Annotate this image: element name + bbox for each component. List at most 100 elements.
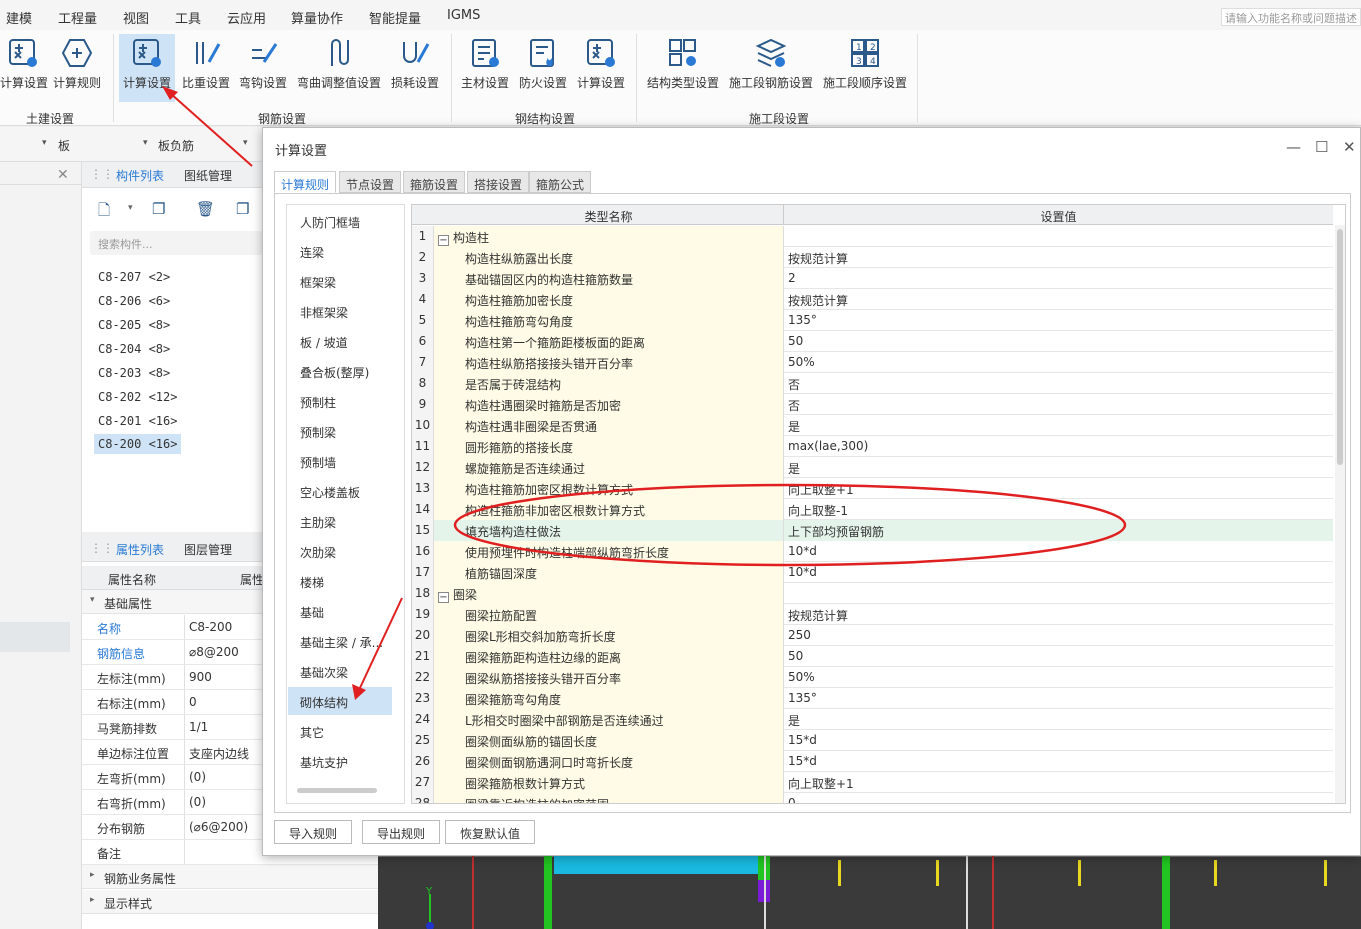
table-row[interactable]: 24 L形相交时圈梁中部钢筋是否连续通过是 (412, 709, 1333, 730)
table-group-row[interactable]: 1− 构造柱 (412, 226, 1333, 247)
menu-view[interactable]: 视图 (123, 8, 149, 27)
setting-value-cell[interactable]: 向上取整+1 (784, 478, 1333, 499)
category-item[interactable]: 基础次梁 (288, 657, 392, 685)
table-row[interactable]: 21 圈梁箍筋距构造柱边缘的距离 50 (412, 646, 1333, 667)
setting-value-cell[interactable]: 按规范计算 (784, 289, 1333, 310)
setting-value-cell[interactable]: 15*d (784, 730, 1333, 751)
menu-tools[interactable]: 工具 (175, 8, 201, 27)
setting-value-cell[interactable]: 否 (784, 373, 1333, 394)
table-row[interactable]: 8 是否属于砖混结构否 (412, 373, 1333, 394)
copy-icon[interactable]: ❐ (152, 200, 165, 218)
table-row[interactable]: 15 填充墙构造柱做法 上下部均预留钢筋 (412, 520, 1333, 541)
density-settings-button[interactable]: 比重设置 (179, 34, 233, 102)
section-rebar-settings-button[interactable]: 施工段钢筋设置 (726, 34, 816, 102)
drag-handle-icon[interactable]: ⋮⋮ (90, 541, 114, 555)
element-subtype-dropdown[interactable]: 板负筋 (158, 137, 194, 154)
table-row[interactable]: 14 构造柱箍筋非加密区根数计算方式 向上取整-1 (412, 499, 1333, 520)
list-item-selected[interactable]: C8-200 <16> (94, 434, 182, 454)
section-display-style[interactable]: ▸ 显示样式 (82, 890, 378, 914)
rebar-calc-settings-button[interactable]: 计算设置 (119, 34, 175, 102)
fireproof-settings-button[interactable]: 防火设置 (516, 34, 570, 102)
table-row[interactable]: 27 圈梁箍筋根数计算方式 向上取整+1 (412, 772, 1333, 793)
setting-value-cell[interactable]: 250 (784, 625, 1333, 646)
import-rules-button[interactable]: 导入规则 (274, 820, 353, 844)
category-item[interactable]: 板 / 坡道 (288, 327, 392, 355)
category-item[interactable]: 预制墙 (288, 447, 392, 475)
table-row[interactable]: 11 圆形箍筋的搭接长度 max(lae,300) (412, 436, 1333, 457)
setting-value-cell[interactable]: 0 (784, 793, 1333, 803)
category-item[interactable]: 楼梯 (288, 567, 392, 595)
table-row[interactable]: 3 基础锚固区内的构造柱箍筋数量 2 (412, 268, 1333, 289)
category-item[interactable]: 基坑支护 (288, 747, 392, 775)
table-row[interactable]: 5 构造柱箍筋弯勾角度 135° (412, 310, 1333, 331)
search-input[interactable]: 请输入功能名称或问题描述 (1221, 8, 1361, 26)
menu-collab[interactable]: 算量协作 (291, 8, 343, 27)
setting-value-cell[interactable]: 向上取整-1 (784, 499, 1333, 520)
chevron-down-icon[interactable]: ▾ (143, 138, 148, 148)
element-type-dropdown[interactable]: 板 (58, 137, 70, 154)
table-group-row[interactable]: 18− 圈梁 (412, 583, 1333, 604)
setting-value-cell[interactable]: 是 (784, 457, 1333, 478)
list-item[interactable]: C8-207 <2> (98, 270, 170, 284)
table-row[interactable]: 9 构造柱遇圈梁时箍筋是否加密否 (412, 394, 1333, 415)
menu-igms[interactable]: IGMS (447, 8, 480, 23)
category-item[interactable]: 框架梁 (288, 267, 392, 295)
list-item[interactable]: C8-206 <6> (98, 294, 170, 308)
category-item[interactable]: 主肋梁 (288, 507, 392, 535)
setting-value-cell[interactable]: 50% (784, 667, 1333, 688)
setting-value-cell[interactable]: max(lae,300) (784, 436, 1333, 457)
setting-value-cell[interactable]: 按规范计算 (784, 604, 1333, 625)
table-row[interactable]: 16 使用预埋件时构造柱端部纵筋弯折长度 10*d (412, 541, 1333, 562)
category-item[interactable]: 预制梁 (288, 417, 392, 445)
tab-stirrup-formula[interactable]: 箍筋公式 (529, 171, 592, 193)
delete-icon[interactable]: 🗑 (196, 200, 215, 218)
tab-node-settings[interactable]: 节点设置 (339, 171, 402, 193)
copy-to-floor-icon[interactable]: ❐ (236, 200, 249, 218)
category-item[interactable]: 非框架梁 (288, 297, 392, 325)
table-row[interactable]: 25 圈梁侧面纵筋的锚固长度 15*d (412, 730, 1333, 751)
setting-value-cell[interactable]: 2 (784, 268, 1333, 289)
steel-calc-settings-button[interactable]: 计算设置 (574, 34, 628, 102)
menu-quantity[interactable]: 工程量 (58, 8, 97, 27)
collapse-icon[interactable]: ▾ (90, 595, 95, 605)
list-item[interactable]: C8-201 <16> (98, 414, 177, 428)
component-search-input[interactable]: 搜索构件... (90, 231, 262, 255)
category-item[interactable]: 次肋梁 (288, 537, 392, 565)
table-row[interactable]: 26 圈梁侧面钢筋遇洞口时弯折长度 15*d (412, 751, 1333, 772)
new-component-icon[interactable]: 🗋 (98, 200, 110, 225)
chevron-down-icon[interactable]: ▾ (243, 138, 248, 148)
setting-value-cell[interactable]: 135° (784, 310, 1333, 331)
setting-value-cell[interactable]: 按规范计算 (784, 247, 1333, 268)
category-item[interactable]: 叠合板(整厚) (288, 357, 392, 385)
section-rebar-business-properties[interactable]: ▸ 钢筋业务属性 (82, 865, 378, 889)
tab-lap-settings[interactable]: 搭接设置 (467, 171, 530, 193)
table-row[interactable]: 12 螺旋箍筋是否连续通过是 (412, 457, 1333, 478)
section-order-settings-button[interactable]: 1234 施工段顺序设置 (820, 34, 910, 102)
setting-value-cell[interactable] (784, 583, 1333, 604)
table-row[interactable]: 10 构造柱遇非圈梁是否贯通是 (412, 415, 1333, 436)
table-row[interactable]: 23 圈梁箍筋弯勾角度 135° (412, 688, 1333, 709)
table-row[interactable]: 7 构造柱纵筋搭接接头错开百分率 50% (412, 352, 1333, 373)
setting-value-cell[interactable]: 向上取整+1 (784, 772, 1333, 793)
main-material-settings-button[interactable]: 主材设置 (458, 34, 512, 102)
setting-value-cell[interactable]: 是 (784, 709, 1333, 730)
tab-drawing-management[interactable]: 图纸管理 (184, 167, 232, 184)
setting-value-cell[interactable]: 上下部均预留钢筋 (784, 520, 1333, 541)
calc-rules-button[interactable]: 计算规则 (50, 34, 104, 102)
menu-smart[interactable]: 智能提量 (369, 8, 421, 27)
tab-layer-management[interactable]: 图层管理 (184, 541, 232, 558)
horizontal-scrollbar[interactable] (297, 788, 377, 793)
table-row[interactable]: 19 圈梁拉筋配置 按规范计算 (412, 604, 1333, 625)
structure-type-settings-button[interactable]: 结构类型设置 (644, 34, 722, 102)
list-item[interactable]: C8-203 <8> (98, 366, 170, 380)
civil-calc-settings-button[interactable]: 计算设置 (0, 34, 48, 102)
setting-value-cell[interactable]: 10*d (784, 541, 1333, 562)
setting-value-cell[interactable]: 50 (784, 646, 1333, 667)
bend-adjust-settings-button[interactable]: 弯曲调整值设置 (293, 34, 385, 102)
restore-defaults-button[interactable]: 恢复默认值 (445, 820, 536, 844)
table-row[interactable]: 20 圈梁L形相交斜加筋弯折长度 250 (412, 625, 1333, 646)
category-item[interactable]: 预制柱 (288, 387, 392, 415)
setting-value-cell[interactable]: 50 (784, 331, 1333, 352)
nav-selected-item[interactable] (0, 622, 70, 652)
setting-value-cell[interactable]: 10*d (784, 562, 1333, 583)
